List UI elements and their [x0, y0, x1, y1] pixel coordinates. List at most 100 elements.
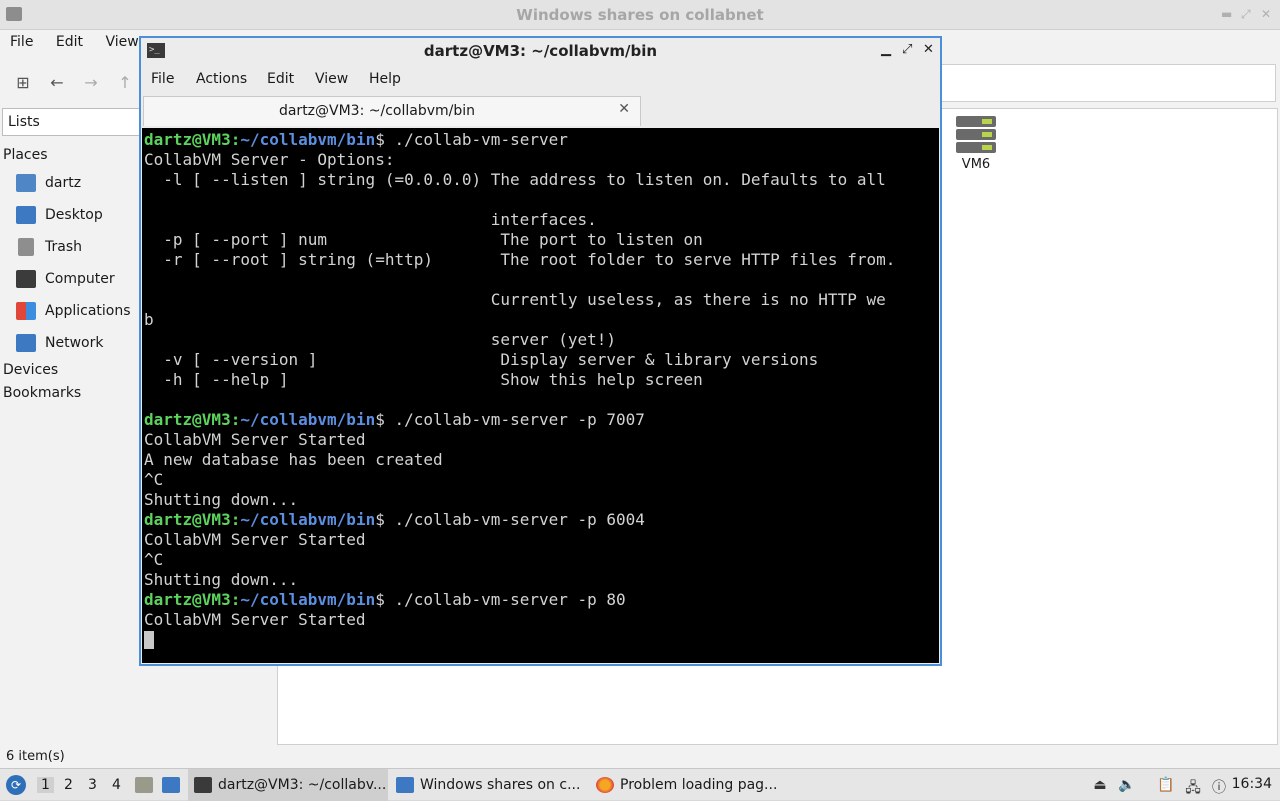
- terminal-output-line: interfaces.: [144, 210, 597, 229]
- task-terminal[interactable]: dartz@VM3: ~/collabv...: [188, 769, 388, 801]
- location-bar[interactable]: [940, 64, 1276, 102]
- status-bar: 6 item(s): [6, 749, 65, 764]
- prompt-sign: $: [375, 410, 385, 429]
- notification-icon[interactable]: ⓘ: [1210, 777, 1228, 796]
- sidebar-item-label: dartz: [45, 175, 82, 191]
- sidebar-item-trash[interactable]: Trash: [16, 235, 82, 259]
- back-arrow-icon[interactable]: ←: [46, 72, 68, 94]
- sidebar-item-dartz[interactable]: dartz: [16, 171, 81, 195]
- sidebar-item-desktop[interactable]: Desktop: [16, 203, 103, 227]
- command-text: ./collab-vm-server -p 6004: [384, 510, 645, 529]
- network-status-icon[interactable]: 🖧: [1184, 777, 1202, 796]
- maximize-icon[interactable]: ⤢: [1241, 7, 1251, 22]
- new-window-icon[interactable]: ⊞: [12, 72, 34, 94]
- workspace-3[interactable]: 3: [88, 777, 97, 793]
- prompt-path: ~/collabvm/bin: [240, 510, 376, 529]
- taskbar: ⟳ 1 2 3 4 dartz@VM3: ~/collabv... Window…: [0, 768, 1280, 801]
- sidebar-item-label: Computer: [45, 271, 115, 287]
- terminal-title: dartz@VM3: ~/collabvm/bin: [423, 42, 658, 60]
- menu-file[interactable]: File: [0, 30, 33, 50]
- sidebar: Lists Places dartz Desktop Trash Compute…: [0, 108, 142, 748]
- terminal-output-line: A new database has been created: [144, 450, 443, 469]
- task-label: Windows shares on c...: [420, 777, 581, 793]
- menu-view[interactable]: View: [87, 30, 138, 50]
- terminal-output-line: Currently useless, as there is no HTTP w…: [144, 290, 886, 309]
- volume-icon[interactable]: 🔈: [1118, 777, 1136, 795]
- sidebar-item-label: Desktop: [45, 207, 103, 223]
- menu-help[interactable]: Help: [369, 71, 401, 87]
- terminal-output-line: server (yet!): [144, 330, 617, 349]
- bookmarks-heading[interactable]: Bookmarks: [3, 385, 81, 401]
- file-manager-titlebar[interactable]: Windows shares on collabnet ▬ ⤢ ✕: [0, 0, 1280, 30]
- devices-heading[interactable]: Devices: [3, 362, 58, 378]
- terminal-output-line: Shutting down...: [144, 570, 299, 589]
- file-manager-launcher-icon: [135, 777, 153, 793]
- workspace-2[interactable]: 2: [64, 777, 73, 793]
- terminal-titlebar[interactable]: >_ dartz@VM3: ~/collabvm/bin ▁ ⤢ ✕: [141, 38, 940, 64]
- prompt-sign: $: [375, 590, 385, 609]
- sidebar-view-select[interactable]: Lists: [2, 108, 142, 136]
- close-icon[interactable]: ✕: [923, 42, 934, 57]
- terminal-output-line: CollabVM Server - Options:: [144, 150, 395, 169]
- terminal-icon: [194, 777, 212, 793]
- firefox-icon: [596, 777, 614, 793]
- file-item-vm6[interactable]: VM6: [950, 116, 1002, 172]
- text-cursor: [144, 631, 154, 649]
- start-menu-button[interactable]: ⟳: [6, 769, 26, 801]
- minimize-icon[interactable]: ▬: [1221, 7, 1232, 21]
- terminal-output-line: CollabVM Server Started: [144, 530, 366, 549]
- terminal-output-line: -p [ --port ] num The port to listen on: [144, 230, 703, 249]
- terminal-command-line: dartz@VM3:~/collabvm/bin$ ./collab-vm-se…: [144, 410, 937, 430]
- terminal-command-line: dartz@VM3:~/collabvm/bin$ ./collab-vm-se…: [144, 130, 937, 150]
- task-file-manager[interactable]: Windows shares on c...: [392, 769, 588, 801]
- eject-icon[interactable]: ⏏: [1091, 777, 1109, 795]
- clock[interactable]: 16:34: [1232, 776, 1272, 792]
- sidebar-item-network[interactable]: Network: [16, 331, 103, 355]
- menu-edit[interactable]: Edit: [38, 30, 83, 50]
- sidebar-item-label: Network: [45, 335, 104, 351]
- up-arrow-icon[interactable]: ↑: [114, 72, 136, 94]
- quicklaunch-files[interactable]: [135, 769, 159, 801]
- sidebar-item-applications[interactable]: Applications: [16, 299, 131, 323]
- task-label: dartz@VM3: ~/collabv...: [218, 777, 387, 793]
- tab-close-icon[interactable]: ✕: [618, 101, 630, 117]
- terminal-output-line: ^C: [144, 550, 164, 569]
- workspace-1[interactable]: 1: [37, 777, 54, 793]
- prompt-path: ~/collabvm/bin: [240, 410, 376, 429]
- maximize-icon[interactable]: ⤢: [902, 42, 912, 57]
- forward-arrow-icon[interactable]: →: [80, 72, 102, 94]
- applications-icon: [16, 302, 36, 320]
- terminal-menubar: File Actions Edit View Help: [141, 66, 940, 94]
- terminal-tab[interactable]: dartz@VM3: ~/collabvm/bin ✕: [143, 96, 641, 126]
- menu-view[interactable]: View: [315, 71, 348, 87]
- menu-edit[interactable]: Edit: [267, 71, 294, 87]
- menu-actions[interactable]: Actions: [196, 71, 247, 87]
- task-label: Problem loading pag...: [620, 777, 778, 793]
- terminal-tab-label: dartz@VM3: ~/collabvm/bin: [278, 103, 476, 119]
- sidebar-item-computer[interactable]: Computer: [16, 267, 115, 291]
- terminal-output-line: CollabVM Server Started: [144, 610, 366, 629]
- terminal-output[interactable]: dartz@VM3:~/collabvm/bin$ ./collab-vm-se…: [142, 128, 939, 663]
- prompt-user: dartz@VM3: [144, 510, 231, 529]
- terminal-output-line: CollabVM Server Started: [144, 430, 366, 449]
- clipboard-icon[interactable]: 📋: [1157, 777, 1175, 795]
- task-firefox[interactable]: Problem loading pag...: [592, 769, 792, 801]
- menu-file[interactable]: File: [151, 71, 174, 87]
- close-icon[interactable]: ✕: [1261, 7, 1271, 21]
- prompt-user: dartz@VM3: [144, 590, 231, 609]
- workspace-4[interactable]: 4: [112, 777, 121, 793]
- quicklaunch-desktop[interactable]: [162, 769, 186, 801]
- places-heading[interactable]: Places: [3, 147, 48, 163]
- terminal-output-line: -l [ --listen ] string (=0.0.0.0) The ad…: [144, 170, 886, 189]
- minimize-icon[interactable]: ▁: [881, 42, 891, 57]
- file-item-label: VM6: [961, 157, 991, 172]
- command-text: ./collab-vm-server -p 80: [384, 590, 626, 609]
- terminal-output-line: -h [ --help ] Show this help screen: [144, 370, 703, 389]
- terminal-command-line: dartz@VM3:~/collabvm/bin$ ./collab-vm-se…: [144, 510, 937, 530]
- prompt-sign: $: [375, 510, 385, 529]
- server-icon: [956, 116, 996, 153]
- terminal-window: >_ dartz@VM3: ~/collabvm/bin ▁ ⤢ ✕ File …: [139, 36, 942, 666]
